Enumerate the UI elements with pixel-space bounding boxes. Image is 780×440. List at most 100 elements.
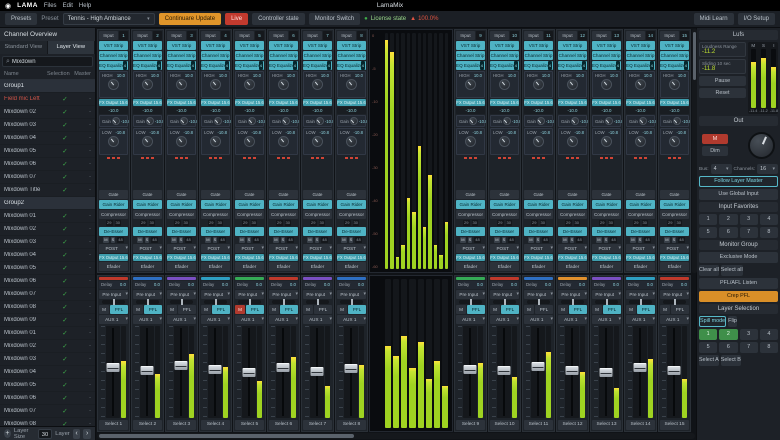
gate-button[interactable]: Gate	[456, 190, 485, 199]
favorite-button[interactable]: 4	[760, 214, 778, 225]
fader-cap[interactable]	[464, 365, 477, 374]
vst-strip-button[interactable]: VST Strip	[592, 41, 621, 50]
channel-strip-button[interactable]: Channel Strip	[201, 51, 230, 60]
gain-rider-button[interactable]: Gain Rider	[99, 200, 128, 209]
list-item[interactable]: Mixdown 05✓-	[0, 379, 95, 392]
aux-select[interactable]: AUX 1▾	[558, 315, 587, 324]
post-select[interactable]: POST▾	[99, 244, 128, 253]
vst-strip-button[interactable]: VST Strip	[99, 41, 128, 50]
list-item[interactable]: Mixdown 04✓-	[0, 132, 95, 145]
input-button[interactable]: Input	[133, 31, 152, 40]
mute-button[interactable]: M	[558, 305, 568, 314]
add-icon[interactable]: +	[4, 429, 11, 438]
post-select[interactable]: POST▾	[201, 244, 230, 253]
input-button[interactable]: Input	[490, 31, 509, 40]
pan-slider[interactable]	[204, 300, 227, 304]
efader-button[interactable]: Efader	[133, 262, 162, 271]
pan-slider[interactable]	[459, 300, 482, 304]
gate-button[interactable]: Gate	[201, 190, 230, 199]
pre-input-select[interactable]: Pre Input▾	[524, 290, 553, 299]
pan-thumb[interactable]	[181, 299, 183, 305]
check-icon[interactable]: ✓	[53, 420, 77, 426]
favorite-button[interactable]: 3	[740, 214, 758, 225]
fader-track[interactable]	[174, 326, 188, 418]
compressor-button[interactable]: Compressor	[660, 210, 689, 219]
list-item[interactable]: Mixdown 07✓-	[0, 171, 95, 184]
pfl-button[interactable]: PFL	[535, 305, 553, 314]
eq-button[interactable]: EQ Equalizer4	[490, 61, 519, 70]
gain-rider-button[interactable]: Gain Rider	[337, 200, 366, 209]
select-button[interactable]: Select 6	[269, 420, 298, 430]
list-item[interactable]: Mixdown 07✓-	[0, 288, 95, 301]
live-button[interactable]: Live	[225, 13, 248, 25]
pre-input-select[interactable]: Pre Input▾	[626, 290, 655, 299]
pan-slider[interactable]	[663, 300, 686, 304]
deesser-button[interactable]: De-Esser	[558, 227, 587, 236]
list-item[interactable]: Mixdown 06✓-	[0, 275, 95, 288]
compressor-button[interactable]: Compressor	[626, 210, 655, 219]
check-icon[interactable]: ✓	[53, 277, 77, 285]
pan-slider[interactable]	[272, 300, 295, 304]
gain-rider-button[interactable]: Gain Rider	[456, 200, 485, 209]
deesser-button[interactable]: De-Esser	[337, 227, 366, 236]
band-low-knob[interactable]	[244, 136, 255, 147]
check-icon[interactable]: ✓	[53, 251, 77, 259]
efader-button[interactable]: Efader	[167, 262, 196, 271]
pfl-button[interactable]: PFL	[671, 305, 689, 314]
efader-button[interactable]: Efader	[303, 262, 332, 271]
midi-learn-button[interactable]: Midi Learn	[694, 13, 734, 25]
gain-rider-button[interactable]: Gain Rider	[167, 200, 196, 209]
list-item[interactable]: Mixdown 08✓-	[0, 418, 95, 426]
band-low-knob[interactable]	[346, 136, 357, 147]
post-select[interactable]: POST▾	[626, 244, 655, 253]
layer-button[interactable]: 3	[740, 329, 758, 340]
pan-slider[interactable]	[493, 300, 516, 304]
gain-rider-button[interactable]: Gain Rider	[524, 200, 553, 209]
efader-button[interactable]: Efader	[456, 262, 485, 271]
favorite-button[interactable]: 1	[699, 214, 717, 225]
list-item[interactable]: Mixdown 05✓-	[0, 262, 95, 275]
pfl-button[interactable]: PFL	[603, 305, 621, 314]
gain-knob[interactable]	[282, 117, 290, 125]
fx-output-button-2[interactable]: FX Output 15.6	[303, 254, 332, 261]
post-select[interactable]: POST▾	[337, 244, 366, 253]
menu-files[interactable]: Files	[44, 3, 57, 9]
band-low-knob[interactable]	[533, 136, 544, 147]
select-all-button[interactable]: Select all	[721, 265, 743, 276]
vertical-scrollbar-thumb[interactable]	[693, 32, 696, 80]
band-high-knob[interactable]	[567, 79, 578, 90]
pfl-button[interactable]: PFL	[314, 305, 332, 314]
input-button[interactable]: Input	[167, 31, 186, 40]
check-icon[interactable]: ✓	[53, 186, 77, 194]
band-low-knob[interactable]	[108, 136, 119, 147]
aux-select[interactable]: AUX 1▾	[133, 315, 162, 324]
list-item[interactable]: Mixdown 07✓-	[0, 405, 95, 418]
gain-rider-button[interactable]: Gain Rider	[626, 200, 655, 209]
list-item[interactable]: Mixdown 08✓-	[0, 301, 95, 314]
channel-strip-button[interactable]: Channel Strip	[490, 51, 519, 60]
select-button[interactable]: Select 15	[660, 420, 689, 430]
gate-button[interactable]: Gate	[490, 190, 519, 199]
fx-output-button[interactable]: FX Output 15.6	[660, 99, 689, 106]
compressor-button[interactable]: Compressor	[490, 210, 519, 219]
gain-rider-button[interactable]: Gain Rider	[269, 200, 298, 209]
gain-rider-button[interactable]: Gain Rider	[303, 200, 332, 209]
controller-state-button[interactable]: Controller state	[252, 13, 305, 25]
pfl-button[interactable]: PFL	[569, 305, 587, 314]
mute-button[interactable]: M	[201, 305, 211, 314]
compressor-button[interactable]: Compressor	[269, 210, 298, 219]
spill-mode-button[interactable]: Spill mode	[699, 316, 726, 327]
band-high-knob[interactable]	[499, 79, 510, 90]
layer-button[interactable]: 7	[740, 342, 758, 353]
list-item[interactable]: Mixdown 04✓-	[0, 366, 95, 379]
fx-output-button[interactable]: FX Output 15.6	[167, 99, 196, 106]
fx-output-button[interactable]: FX Output 15.6	[201, 99, 230, 106]
pre-input-select[interactable]: Pre Input▾	[235, 290, 264, 299]
fader-cap[interactable]	[600, 368, 613, 377]
eq-button[interactable]: EQ Equalizer4	[558, 61, 587, 70]
aux-select[interactable]: AUX 1▾	[524, 315, 553, 324]
pan-thumb[interactable]	[640, 299, 642, 305]
fx-output-button-2[interactable]: FX Output 15.6	[660, 254, 689, 261]
fader-cap[interactable]	[141, 366, 154, 375]
gate-button[interactable]: Gate	[235, 190, 264, 199]
